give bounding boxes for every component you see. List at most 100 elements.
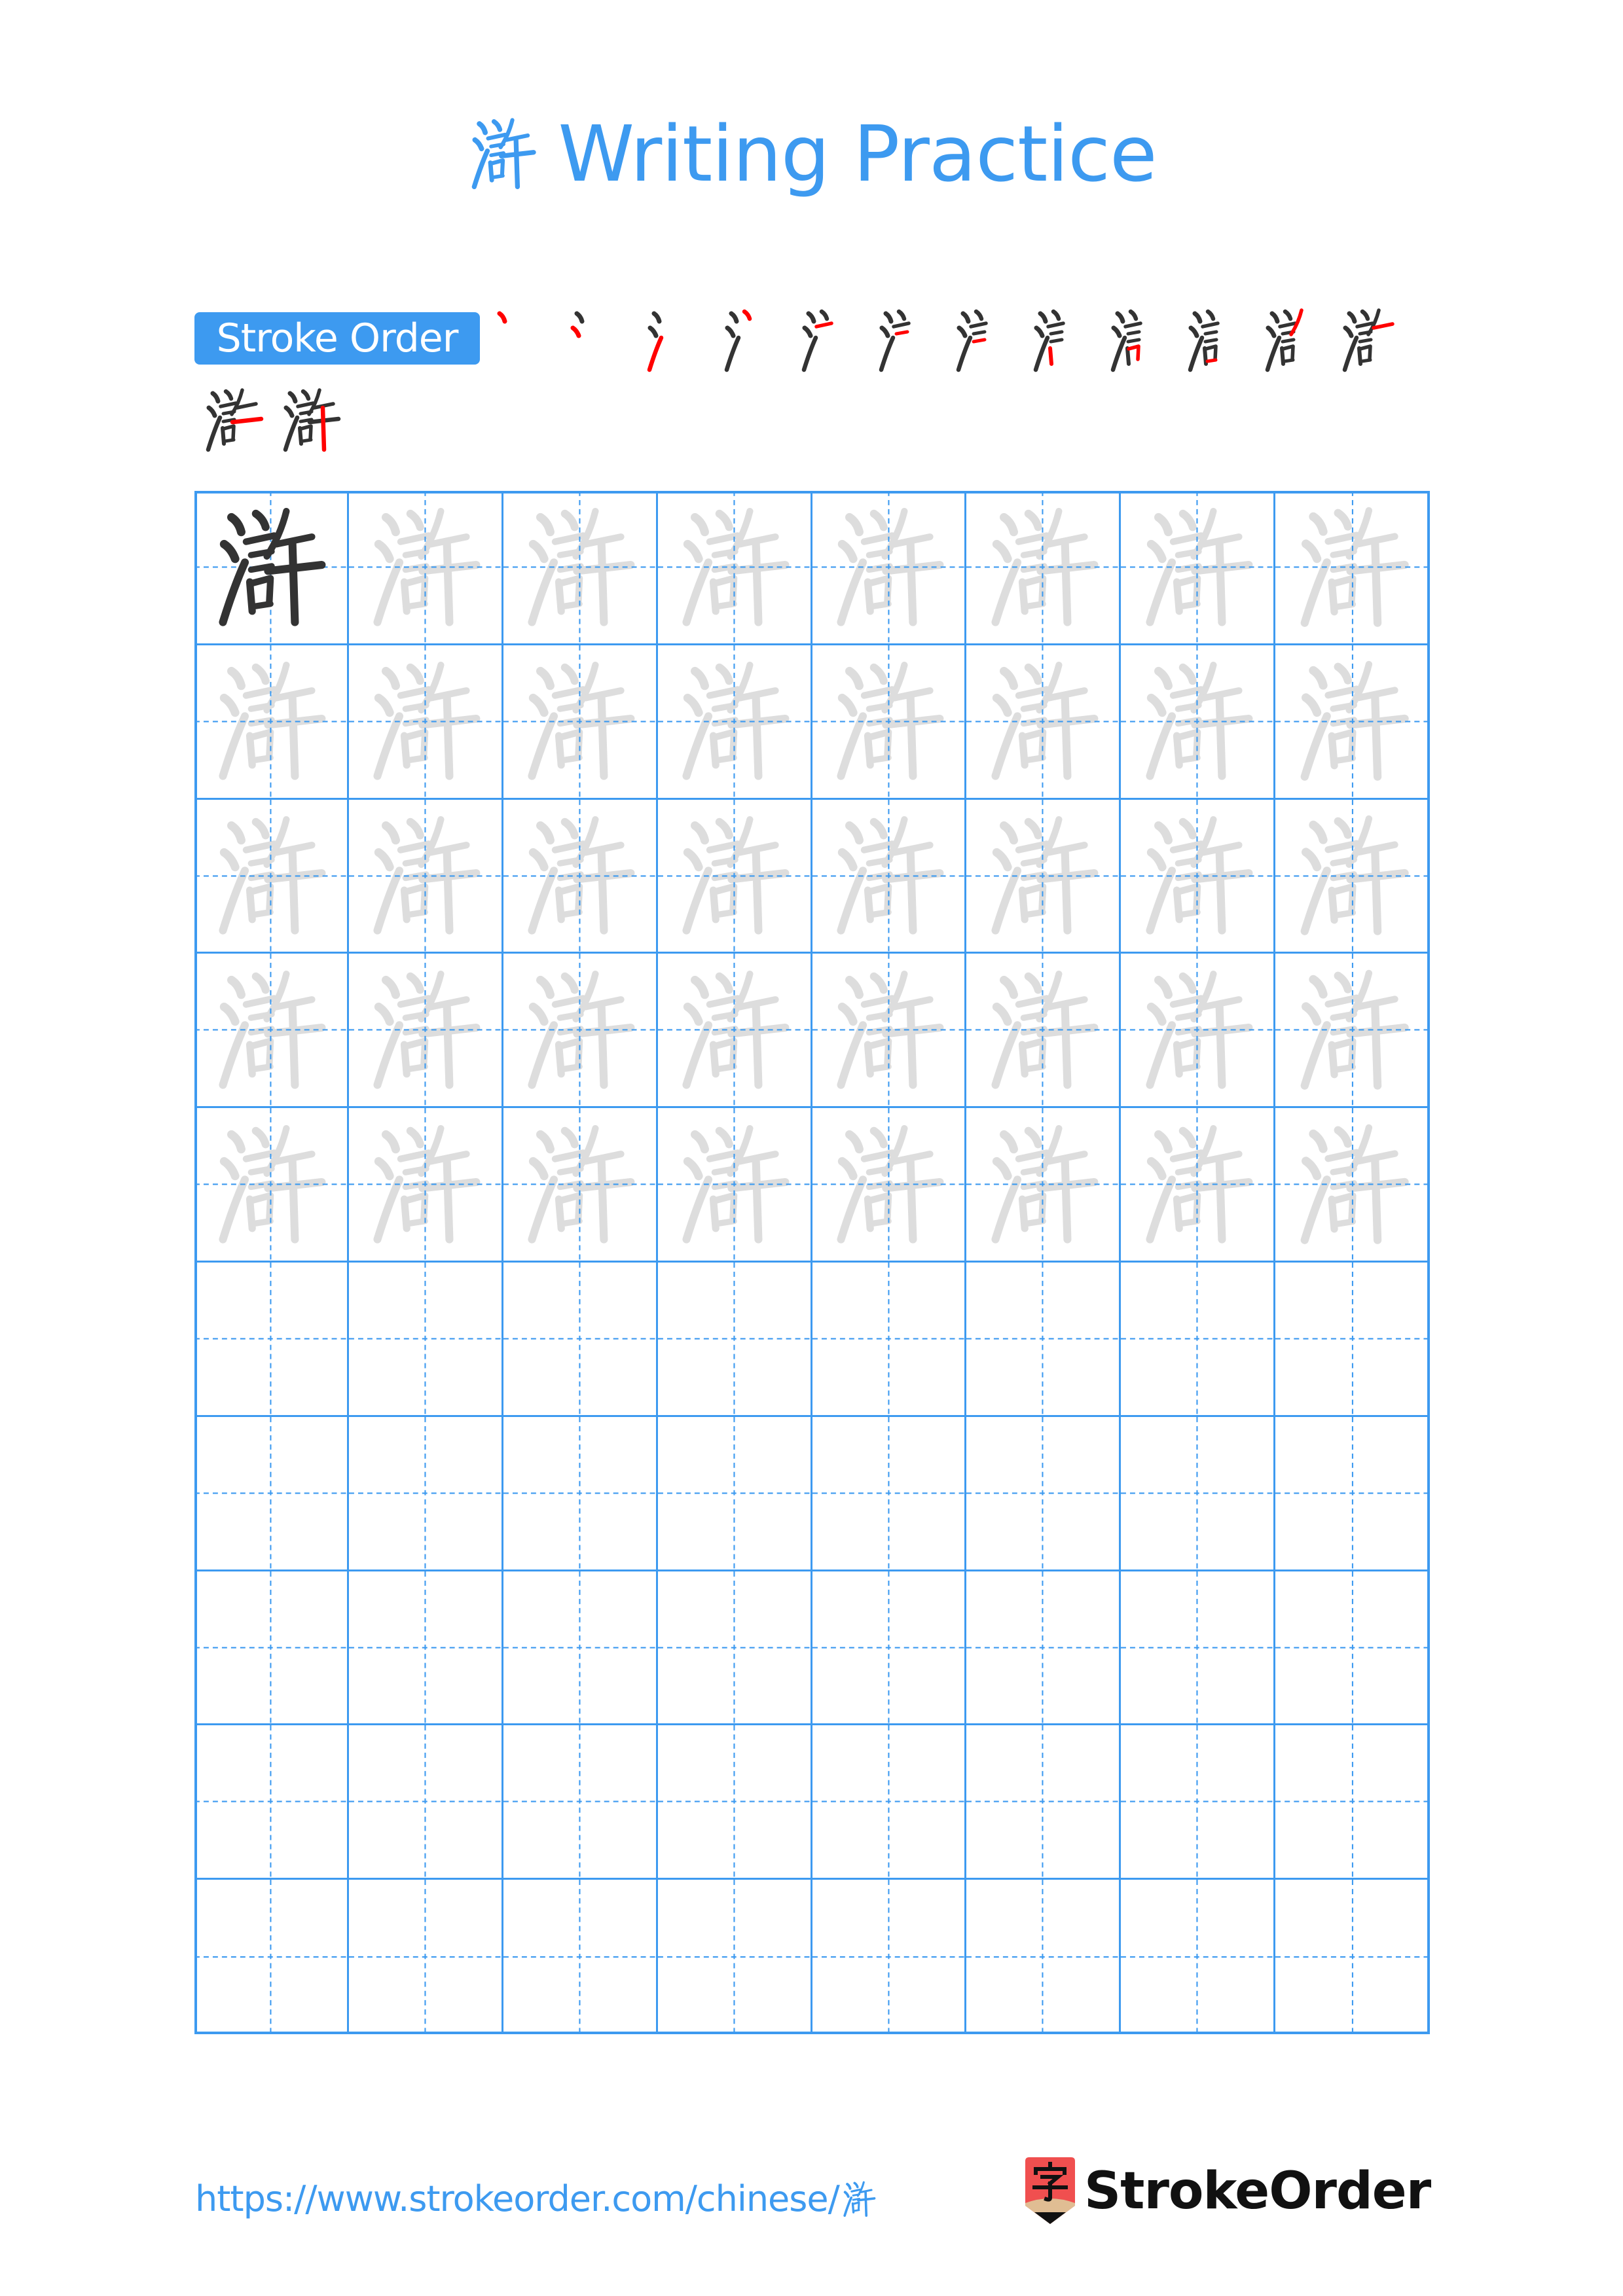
tracing-cell[interactable] [657, 954, 812, 1109]
tracing-cell[interactable] [1275, 645, 1430, 800]
tracing-cell[interactable] [966, 491, 1122, 645]
tracing-cell[interactable] [812, 491, 967, 645]
tracing-cell[interactable] [1275, 954, 1430, 1109]
blank-practice-cell[interactable] [194, 1571, 349, 1726]
tracing-cell[interactable] [503, 799, 658, 954]
blank-practice-cell[interactable] [503, 1725, 658, 1880]
blank-practice-cell[interactable] [503, 1571, 658, 1726]
blank-practice-cell[interactable] [503, 1416, 658, 1571]
tracing-cell[interactable] [812, 799, 967, 954]
tracing-cell[interactable] [1121, 954, 1276, 1109]
tracing-cell[interactable] [503, 491, 658, 645]
tracing-cell[interactable] [503, 1108, 658, 1263]
blank-practice-cell[interactable] [966, 1725, 1122, 1880]
tracing-cell[interactable] [1275, 491, 1430, 645]
blank-practice-cell[interactable] [812, 1416, 967, 1571]
tracing-cell[interactable] [657, 1108, 812, 1263]
cell-guide-lines [503, 1571, 656, 1724]
tracing-cell[interactable] [503, 954, 658, 1109]
model-character-cell[interactable] [194, 491, 349, 645]
blank-practice-cell[interactable] [1275, 1416, 1430, 1571]
blank-practice-cell[interactable] [194, 1725, 349, 1880]
stroke-5 [296, 401, 315, 408]
tracing-cell[interactable] [966, 645, 1122, 800]
blank-practice-cell[interactable] [1121, 1880, 1276, 2034]
blank-practice-cell[interactable] [1275, 1571, 1430, 1726]
tracing-cell[interactable] [966, 1108, 1122, 1263]
stroke-order-frame [488, 308, 553, 373]
blank-practice-cell[interactable] [966, 1416, 1122, 1571]
tracing-cell[interactable] [348, 491, 503, 645]
stroke-5 [219, 401, 238, 408]
blank-practice-cell[interactable] [966, 1263, 1122, 1417]
tracing-cell[interactable] [1121, 491, 1276, 645]
blank-practice-cell[interactable] [194, 1880, 349, 2034]
blank-practice-cell[interactable] [812, 1263, 967, 1417]
cell-guide-lines [812, 954, 965, 1107]
tracing-cell[interactable] [966, 799, 1122, 954]
strokeorder-logo[interactable]: StrokeOrder [1025, 2157, 1431, 2225]
stroke-2 [879, 325, 890, 338]
tracing-cell[interactable] [348, 645, 503, 800]
tracing-cell[interactable] [1121, 799, 1276, 954]
tracing-cell[interactable] [1275, 799, 1430, 954]
stroke-step-9-icon [1110, 309, 1142, 372]
blank-practice-cell[interactable] [966, 1880, 1122, 2034]
tracing-cell[interactable] [194, 954, 349, 1109]
blank-practice-cell[interactable] [1121, 1263, 1276, 1417]
blank-practice-cell[interactable] [812, 1880, 967, 2034]
stroke-10 [223, 438, 236, 443]
tracing-cell[interactable] [348, 1108, 503, 1263]
blank-practice-cell[interactable] [812, 1725, 967, 1880]
tracing-cell[interactable] [1275, 1108, 1430, 1263]
blank-practice-cell[interactable] [1275, 1725, 1430, 1880]
url-character-glyph: 滸 [841, 2179, 877, 2219]
tracing-cell[interactable] [194, 799, 349, 954]
stroke-1 [574, 311, 585, 324]
tracing-cell[interactable] [348, 799, 503, 954]
blank-practice-cell[interactable] [194, 1416, 349, 1571]
blank-practice-cell[interactable] [348, 1725, 503, 1880]
blank-practice-cell[interactable] [657, 1725, 812, 1880]
footer-url-link[interactable]: https://www.strokeorder.com/chinese/ 滸 [195, 2176, 877, 2222]
blank-practice-cell[interactable] [657, 1880, 812, 2034]
blank-practice-cell[interactable] [194, 1263, 349, 1417]
tracing-cell[interactable] [1121, 645, 1276, 800]
stroke-3 [1033, 335, 1050, 372]
blank-practice-cell[interactable] [1121, 1571, 1276, 1726]
logo-text: StrokeOrder [1084, 2162, 1431, 2221]
cell-guide-lines [194, 799, 347, 952]
blank-practice-cell[interactable] [348, 1263, 503, 1417]
blank-practice-cell[interactable] [1275, 1263, 1430, 1417]
tracing-cell[interactable] [194, 645, 349, 800]
blank-practice-cell[interactable] [657, 1416, 812, 1571]
stroke-4 [252, 509, 270, 531]
tracing-cell[interactable] [348, 954, 503, 1109]
tracing-cell[interactable] [966, 954, 1122, 1109]
blank-practice-cell[interactable] [348, 1880, 503, 2034]
blank-practice-cell[interactable] [1121, 1416, 1276, 1571]
stroke-order-frame [874, 308, 939, 373]
stroke-3 [1188, 335, 1205, 372]
blank-practice-cell[interactable] [1121, 1725, 1276, 1880]
tracing-cell[interactable] [657, 645, 812, 800]
tracing-cell[interactable] [503, 645, 658, 800]
blank-practice-cell[interactable] [503, 1263, 658, 1417]
blank-practice-cell[interactable] [1275, 1880, 1430, 2034]
blank-practice-cell[interactable] [503, 1880, 658, 2034]
tracing-cell[interactable] [812, 1108, 967, 1263]
blank-practice-cell[interactable] [966, 1571, 1122, 1726]
tracing-cell[interactable] [812, 645, 967, 800]
cell-guide-lines [966, 1880, 1120, 2034]
blank-practice-cell[interactable] [348, 1416, 503, 1571]
blank-practice-cell[interactable] [657, 1571, 812, 1726]
blank-practice-cell[interactable] [348, 1571, 503, 1726]
tracing-cell[interactable] [1121, 1108, 1276, 1263]
tracing-cell[interactable] [194, 1108, 349, 1263]
cell-guide-lines [348, 1416, 501, 1570]
blank-practice-cell[interactable] [657, 1263, 812, 1417]
tracing-cell[interactable] [657, 491, 812, 645]
blank-practice-cell[interactable] [812, 1571, 967, 1726]
tracing-cell[interactable] [812, 954, 967, 1109]
tracing-cell[interactable] [657, 799, 812, 954]
